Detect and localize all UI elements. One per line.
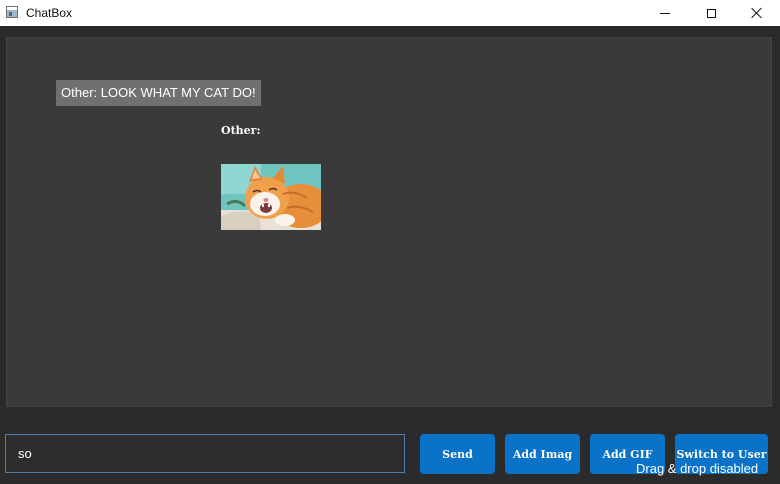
drag-drop-status: Drag & drop disabled (636, 461, 759, 476)
window-title: ChatBox (26, 6, 73, 20)
message-input[interactable] (5, 434, 405, 473)
composer-bar: Send Add Imag Add GIF Switch to User Dra… (0, 410, 780, 484)
send-button[interactable]: Send (420, 434, 495, 474)
maximize-icon (706, 8, 716, 18)
chat-history[interactable]: Other: LOOK WHAT MY CAT DO! Other: (6, 37, 772, 407)
close-icon (751, 7, 763, 19)
minimize-button[interactable] (642, 0, 688, 26)
title-bar[interactable]: ChatBox (0, 0, 780, 26)
chatbox-window: ChatBox Other: LOOK WHAT MY CAT DO! Othe… (0, 0, 780, 484)
close-button[interactable] (734, 0, 780, 26)
cat-image (221, 164, 321, 230)
image-message-sender: Other: (221, 124, 261, 137)
app-icon (6, 6, 18, 18)
minimize-icon (660, 12, 670, 14)
add-image-button[interactable]: Add Imag (505, 434, 580, 474)
maximize-button[interactable] (688, 0, 734, 26)
text-message: Other: LOOK WHAT MY CAT DO! (56, 80, 261, 106)
